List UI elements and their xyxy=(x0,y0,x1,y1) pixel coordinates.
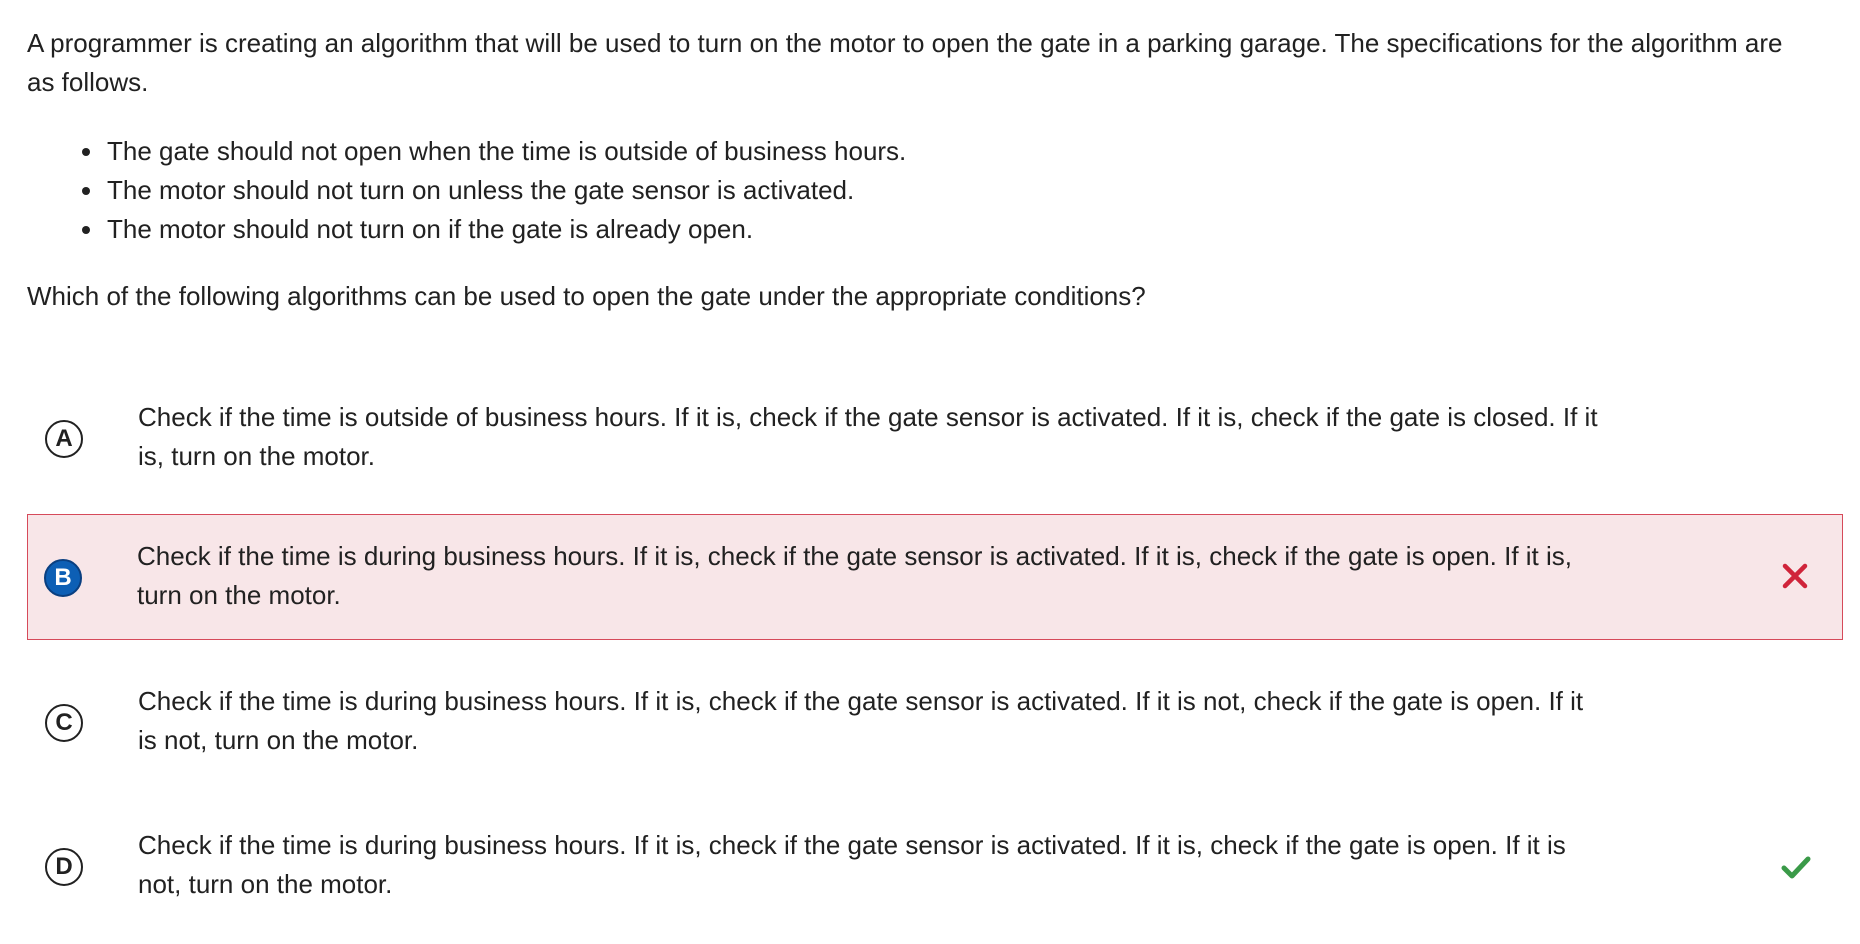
choice-letter-d[interactable]: D xyxy=(45,848,83,886)
answer-choice-b[interactable]: B Check if the time is during business h… xyxy=(27,514,1843,640)
question-prompt: Which of the following algorithms can be… xyxy=(27,281,1146,311)
question-stem: A programmer is creating an algorithm th… xyxy=(27,24,1807,102)
choice-letter-c[interactable]: C xyxy=(45,704,83,742)
list-item-text: The motor should not turn on unless the … xyxy=(107,175,855,205)
stem-intro: A programmer is creating an algorithm th… xyxy=(27,28,1783,97)
list-item-text: The motor should not turn on if the gate… xyxy=(107,214,754,244)
specification-list: The gate should not open when the time i… xyxy=(82,132,906,249)
bullet-dot-icon xyxy=(82,226,90,234)
list-item: The motor should not turn on unless the … xyxy=(82,171,906,210)
list-item-text: The gate should not open when the time i… xyxy=(107,136,907,166)
choice-letter-b[interactable]: B xyxy=(44,559,82,597)
bullet-dot-icon xyxy=(82,148,90,156)
answer-choice-c[interactable]: C Check if the time is during business h… xyxy=(27,658,1843,784)
x-mark-icon xyxy=(1782,563,1808,589)
bullet-dot-icon xyxy=(82,187,90,195)
choice-text-a: Check if the time is outside of business… xyxy=(138,402,1598,471)
choice-letter-a[interactable]: A xyxy=(45,420,83,458)
answer-choice-a[interactable]: A Check if the time is outside of busine… xyxy=(27,374,1843,500)
list-item: The motor should not turn on if the gate… xyxy=(82,210,906,249)
answer-choice-d[interactable]: D Check if the time is during business h… xyxy=(27,802,1843,928)
choice-text-d: Check if the time is during business hou… xyxy=(138,830,1566,899)
check-mark-icon xyxy=(1781,856,1811,879)
list-item: The gate should not open when the time i… xyxy=(82,132,906,171)
choice-text-b: Check if the time is during business hou… xyxy=(137,541,1572,610)
choice-text-c: Check if the time is during business hou… xyxy=(138,686,1584,755)
